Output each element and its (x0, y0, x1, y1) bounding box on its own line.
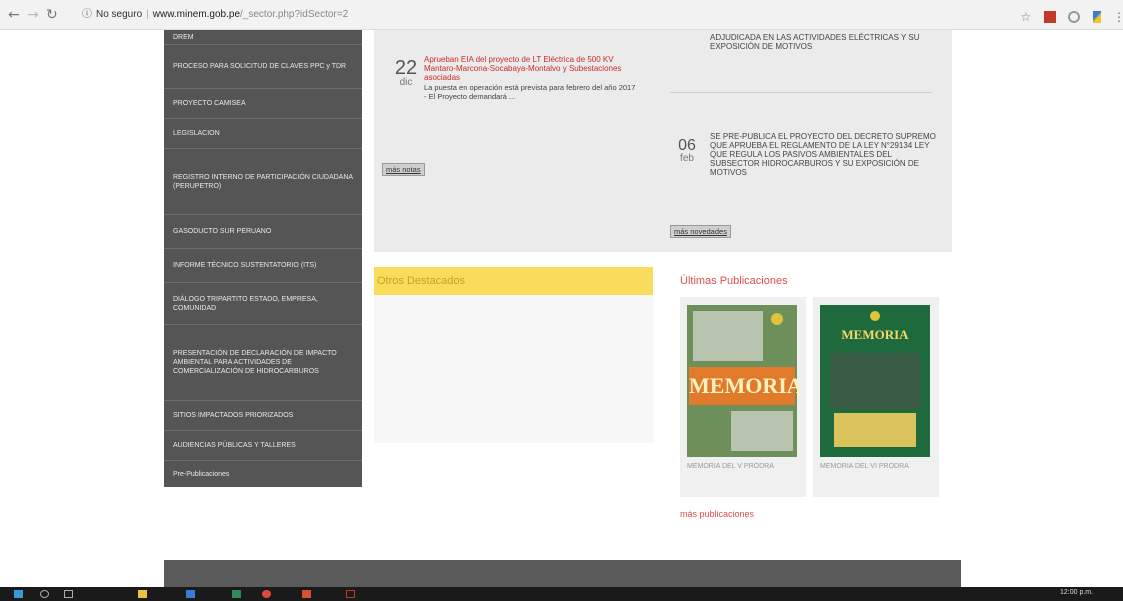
chrome-icon[interactable] (262, 590, 271, 598)
news-right-month: feb (680, 153, 694, 164)
more-publications-link[interactable]: más publicaciones (680, 509, 754, 519)
sidebar-item-its[interactable]: INFORME TÉCNICO SUSTENTATORIO (ITS) (164, 248, 362, 282)
cover-seal-icon (870, 311, 880, 321)
office-icon[interactable] (1043, 10, 1056, 23)
sidebar-item-camisea[interactable]: PROYECTO CAMISEA (164, 88, 362, 118)
security-label: No seguro (96, 9, 143, 20)
sidebar-item-drem[interactable]: DREM (164, 30, 362, 44)
otros-destacados-body (374, 295, 653, 443)
address-divider: | (146, 9, 149, 20)
sidebar-item-label: GASODUCTO SUR PERUANO (173, 228, 272, 235)
cover-title: MEMORIA (841, 327, 909, 342)
news-date: 22 dic (394, 58, 418, 88)
news-month: dic (399, 77, 413, 88)
kebab-menu-icon[interactable]: ⋮ (1113, 11, 1123, 23)
star-icon[interactable]: ☆ (1020, 11, 1031, 23)
sidebar-item-sitios[interactable]: SITIOS IMPACTADOS PRIORIZADOS (164, 400, 362, 430)
url-domain: www.minem.gob.pe (152, 9, 241, 20)
news-right-top-text[interactable]: ADJUDICADA EN LAS ACTIVIDADES ELÉCTRICAS… (710, 33, 940, 51)
news-summary: La puesta en operación está prevista par… (424, 83, 636, 101)
sidebar-item-label: SITIOS IMPACTADOS PRIORIZADOS (173, 412, 294, 419)
news-title-link[interactable]: Aprueban EIA del proyecto de LT Eléctric… (424, 55, 636, 82)
sidebar-item-audiencias[interactable]: AUDIENCIAS PÚBLICAS Y TALLERES (164, 430, 362, 460)
news-panel: 22 dic Aprueban EIA del proyecto de LT E… (374, 30, 952, 252)
sidebar-item-label: DIÁLOGO TRIPARTITO ESTADO, EMPRESA, COMU… (173, 295, 318, 312)
excel-icon[interactable] (232, 590, 241, 598)
cover-title: MEMORIA (689, 367, 803, 405)
arrow-left-icon[interactable]: ← (8, 7, 20, 23)
sidebar-item-label: PROYECTO CAMISEA (173, 100, 246, 107)
publication-cover[interactable]: MEMORIA (687, 305, 803, 457)
cover-group-photo (830, 353, 920, 409)
sidebar-item-label: REGISTRO INTERNO DE PARTICIPACIÓN CIUDAD… (173, 173, 353, 190)
otros-destacados-header: Otros Destacados (374, 267, 653, 295)
windows-icon[interactable] (14, 590, 23, 598)
sidebar-item-legislacion[interactable]: LEGISLACION (164, 118, 362, 148)
publication-caption[interactable]: MEMORIA DEL VI PRODRA (820, 462, 932, 471)
browser-toolbar: ← → ↻ ⓘ No seguro | www.minem.gob.pe/_secto… (0, 0, 1123, 30)
sidebar-item-prepublicaciones[interactable]: Pre-Publicaciones (164, 460, 362, 487)
sidebar-item-presentacion[interactable]: PRESENTACIÓN DE DECLARACIÓN DE IMPACTO A… (164, 324, 362, 400)
sidebar-item-label: PROCESO PARA SOLICITUD DE CLAVES PPC y T… (173, 63, 347, 70)
sidebar-item-gasoducto[interactable]: GASODUCTO SUR PERUANO (164, 214, 362, 248)
sidebar-item-label: AUDIENCIAS PÚBLICAS Y TALLERES (173, 442, 296, 449)
folder-icon[interactable] (138, 590, 147, 598)
pdf-icon[interactable] (346, 590, 355, 598)
os-taskbar: 12:00 p.m. (0, 587, 1123, 601)
publication-caption[interactable]: MEMORIA DEL V PRODRA (687, 462, 799, 471)
sidebar-item-label: DREM (173, 33, 194, 41)
sidebar-item-registro[interactable]: REGISTRO INTERNO DE PARTICIPACIÓN CIUDAD… (164, 148, 362, 214)
sidebar-item-label: INFORME TÉCNICO SUSTENTATORIO (ITS) (173, 262, 317, 269)
more-news-link[interactable]: más novedades (670, 225, 731, 238)
info-icon[interactable]: ⓘ (82, 9, 92, 20)
address-bar[interactable]: ⓘ No seguro | www.minem.gob.pe/_sector.php?… (82, 5, 1002, 25)
publication-card[interactable]: MEMORIA MEMORIA DEL VI PRODRA (813, 297, 939, 497)
sidebar-item-label: Pre-Publicaciones (173, 470, 230, 478)
arrow-right-icon[interactable]: → (27, 7, 39, 23)
publication-card[interactable]: MEMORIA MEMORIA DEL V PRODRA (680, 297, 806, 497)
clock[interactable]: 12:00 p.m. (1060, 589, 1093, 596)
cover-subtitle-band (834, 413, 916, 447)
url-path: /_sector.php?idSector=2 (240, 9, 349, 20)
reload-icon[interactable]: ↻ (46, 7, 58, 23)
news-divider (670, 92, 932, 93)
more-notes-link[interactable]: más notas (382, 163, 425, 176)
publicaciones-title: Últimas Publicaciones (680, 275, 788, 287)
sidebar-item-dialogo[interactable]: DIÁLOGO TRIPARTITO ESTADO, EMPRESA, COMU… (164, 282, 362, 324)
news-right-day: 06 (678, 137, 696, 154)
extension-bar: ☆ ⋮ (1012, 8, 1123, 23)
publication-cover[interactable]: MEMORIA (820, 305, 930, 457)
news-right-date: 06 feb (674, 138, 700, 164)
powerpoint-icon[interactable] (302, 590, 311, 598)
sidebar-item-label: LEGISLACION (173, 130, 220, 137)
store-icon[interactable] (186, 590, 195, 598)
sidebar-item-label: PRESENTACIÓN DE DECLARACIÓN DE IMPACTO A… (173, 350, 337, 375)
pen-icon[interactable] (1092, 10, 1101, 23)
sidebar-menu: DREM PROCESO PARA SOLICITUD DE CLAVES PP… (164, 30, 362, 487)
news-day: 22 (394, 57, 418, 79)
news-right-text[interactable]: SE PRE-PUBLICA EL PROYECTO DEL DECRETO S… (710, 132, 938, 177)
circle-icon[interactable] (1068, 10, 1081, 23)
cover-map-image-2 (731, 411, 793, 451)
search-icon[interactable] (40, 590, 49, 598)
task-view-icon[interactable] (64, 590, 73, 598)
cover-seal-icon (771, 313, 783, 325)
cover-map-image (693, 311, 763, 361)
sidebar-item-claves[interactable]: PROCESO PARA SOLICITUD DE CLAVES PPC y T… (164, 44, 362, 88)
